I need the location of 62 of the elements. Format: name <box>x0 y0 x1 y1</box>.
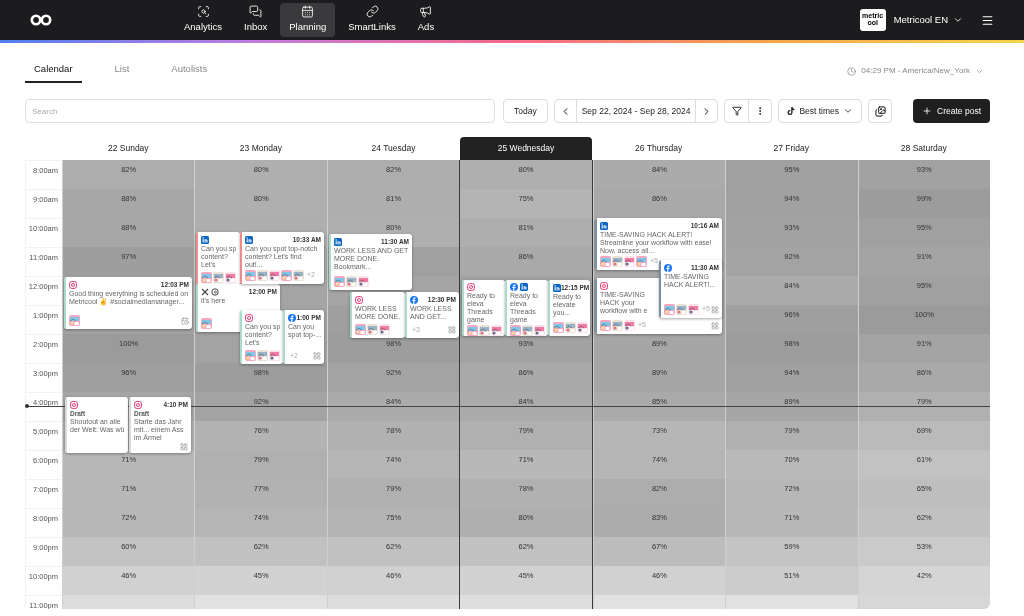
grid-icon <box>180 443 188 451</box>
analytics-icon <box>196 5 210 19</box>
chat-icon <box>249 5 263 19</box>
view-tab[interactable]: Calendar <box>25 61 82 83</box>
calendar-icon <box>181 316 189 325</box>
logo-icon[interactable] <box>30 14 52 26</box>
day-header[interactable]: 26 Thursday <box>592 137 725 160</box>
plus-icon <box>922 106 933 116</box>
date-range: Sep 22, 2024 - Sep 28, 2024 <box>580 104 692 118</box>
linkedin-icon <box>600 221 608 230</box>
tiktok-icon <box>787 107 796 115</box>
grid-icon <box>313 351 321 360</box>
instagram-icon <box>69 280 77 289</box>
calendar-icon <box>301 5 315 19</box>
linkedin-icon <box>245 235 253 244</box>
view-tab[interactable]: Autolists <box>162 61 217 83</box>
grid-icon <box>448 325 456 334</box>
day-header[interactable]: 24 Tuesday <box>327 137 460 160</box>
instagram-icon <box>245 313 253 322</box>
grid-icon <box>711 321 719 330</box>
megaphone-icon <box>419 5 433 19</box>
facebook-icon <box>510 283 518 291</box>
nav-tab[interactable]: Inbox <box>235 3 277 37</box>
day-header[interactable]: 27 Friday <box>724 137 858 160</box>
nav-tab[interactable]: Ads <box>408 3 444 37</box>
nav-tab[interactable]: Planning <box>280 3 336 37</box>
day-header[interactable]: 25 Wednesday <box>459 137 593 160</box>
facebook-icon <box>664 263 672 272</box>
chevron-down-icon <box>843 106 854 116</box>
instagram-icon <box>600 281 608 290</box>
gallery-icon <box>874 105 886 117</box>
nav-tab[interactable]: Analytics <box>175 3 231 37</box>
account-name: Metricool EN <box>893 12 948 27</box>
link-icon <box>365 5 379 19</box>
instagram-icon <box>467 283 475 291</box>
linkedin-icon <box>520 283 528 291</box>
threads-icon <box>211 287 219 296</box>
today-button[interactable]: Today <box>503 99 548 123</box>
linkedin-icon <box>201 235 209 244</box>
timezone-text: 04:29 PM - America/New_York <box>861 65 970 77</box>
x-icon <box>201 287 209 296</box>
create-post-button[interactable]: Create post <box>913 99 990 123</box>
linkedin-icon <box>553 283 561 292</box>
facebook-icon <box>288 313 296 322</box>
facebook-icon <box>410 295 418 304</box>
instagram-icon <box>355 295 363 304</box>
day-header[interactable]: 28 Saturday <box>857 137 991 160</box>
instagram-icon <box>70 400 78 409</box>
clock-icon <box>847 66 857 76</box>
gallery-button[interactable] <box>868 99 893 123</box>
grid-icon <box>711 305 719 314</box>
nav-tab[interactable]: SmartLinks <box>339 3 405 37</box>
instagram-icon <box>134 400 142 409</box>
view-tab[interactable]: List <box>105 61 139 83</box>
filter-icon <box>731 106 742 116</box>
menu-icon[interactable] <box>981 13 994 27</box>
day-header[interactable]: 23 Monday <box>194 137 328 160</box>
search-field[interactable]: Search <box>25 99 495 123</box>
linkedin-icon <box>334 237 342 246</box>
chevron-down-icon[interactable] <box>953 15 963 25</box>
best-times-dropdown[interactable]: Best times <box>778 99 863 123</box>
day-header[interactable]: 22 Sunday <box>62 137 195 160</box>
